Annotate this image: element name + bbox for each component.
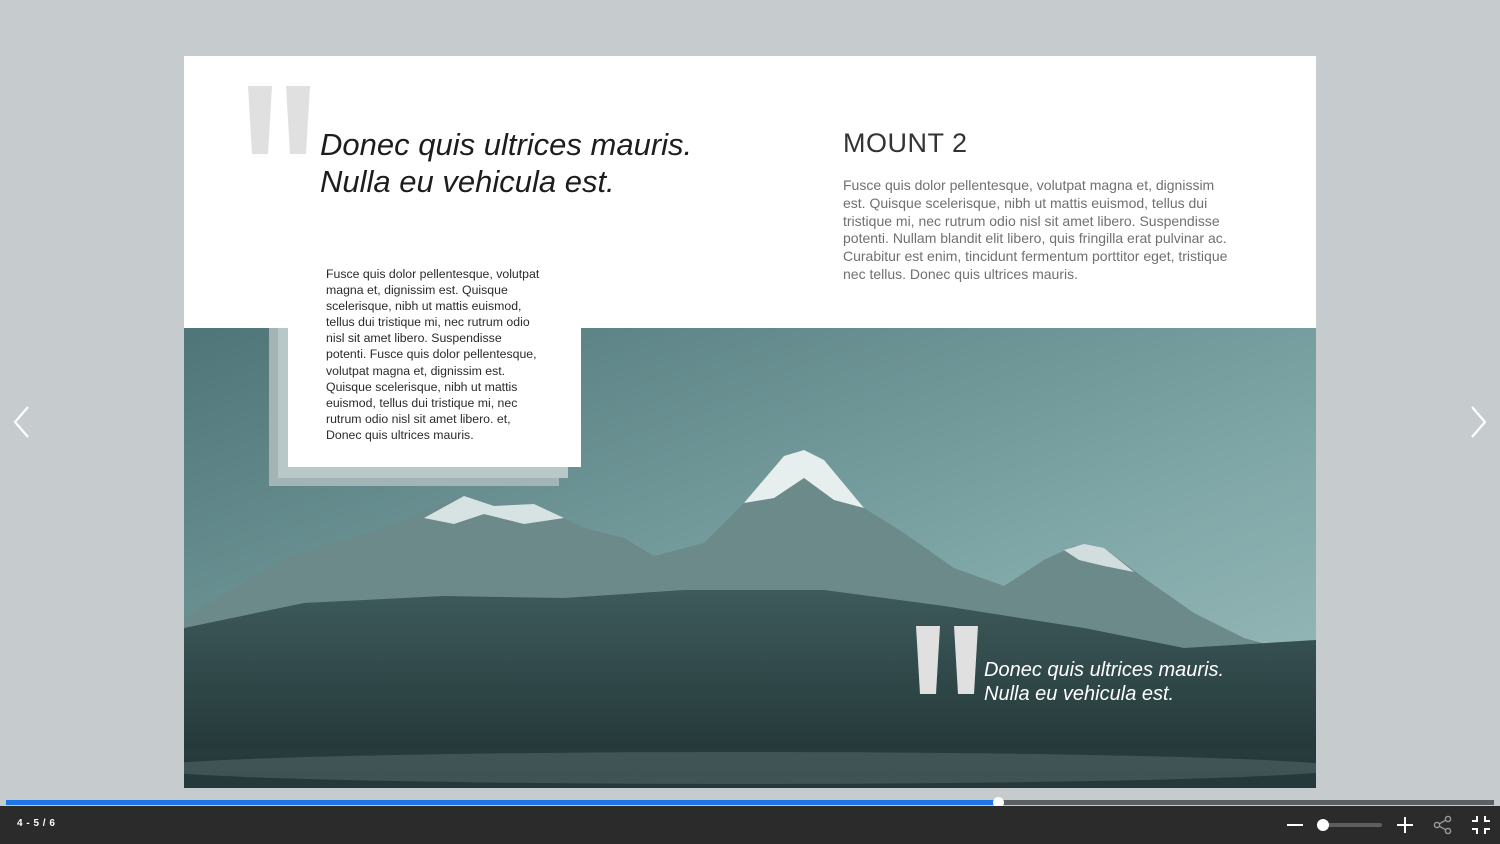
flipbook-spread: Donec quis ultrices mauris. Nulla eu veh… — [184, 56, 1316, 788]
article-title: MOUNT 2 — [843, 128, 968, 158]
pull-quote-line-2: Nulla eu vehicula est. — [320, 164, 615, 199]
pull-quote-top: Donec quis ultrices mauris. Nulla eu veh… — [320, 126, 740, 200]
chevron-left-icon[interactable] — [10, 404, 34, 440]
zoom-slider[interactable] — [1317, 819, 1382, 831]
card-text: Fusce quis dolor pellentesque, volutpat … — [326, 267, 540, 442]
plus-icon[interactable] — [1394, 814, 1416, 836]
share-icon[interactable] — [1432, 814, 1454, 836]
progress-fill — [6, 800, 999, 805]
quote-mark-icon — [914, 626, 980, 694]
pull-quote-line-1: Donec quis ultrices mauris. — [320, 127, 693, 162]
page-indicator: 4 - 5 / 6 — [17, 818, 56, 829]
chevron-right-icon[interactable] — [1466, 404, 1490, 440]
text-card: Fusce quis dolor pellentesque, volutpat … — [288, 256, 581, 467]
zoom-slider-thumb[interactable] — [1317, 819, 1330, 831]
pull-quote-bottom: Donec quis ultrices mauris. Nulla eu veh… — [984, 658, 1224, 706]
page-progress-bar[interactable] — [6, 797, 1494, 808]
minus-icon[interactable] — [1284, 814, 1306, 836]
viewer-toolbar: 4 - 5 / 6 — [0, 806, 1500, 844]
pull-quote-line-1: Donec quis ultrices mauris. — [984, 659, 1225, 681]
quote-mark-icon — [246, 86, 312, 166]
exit-fullscreen-icon[interactable] — [1470, 814, 1492, 836]
pull-quote-line-2: Nulla eu vehicula est. — [984, 683, 1175, 705]
article-paragraph: Fusce quis dolor pellentesque, volutpat … — [843, 177, 1228, 282]
